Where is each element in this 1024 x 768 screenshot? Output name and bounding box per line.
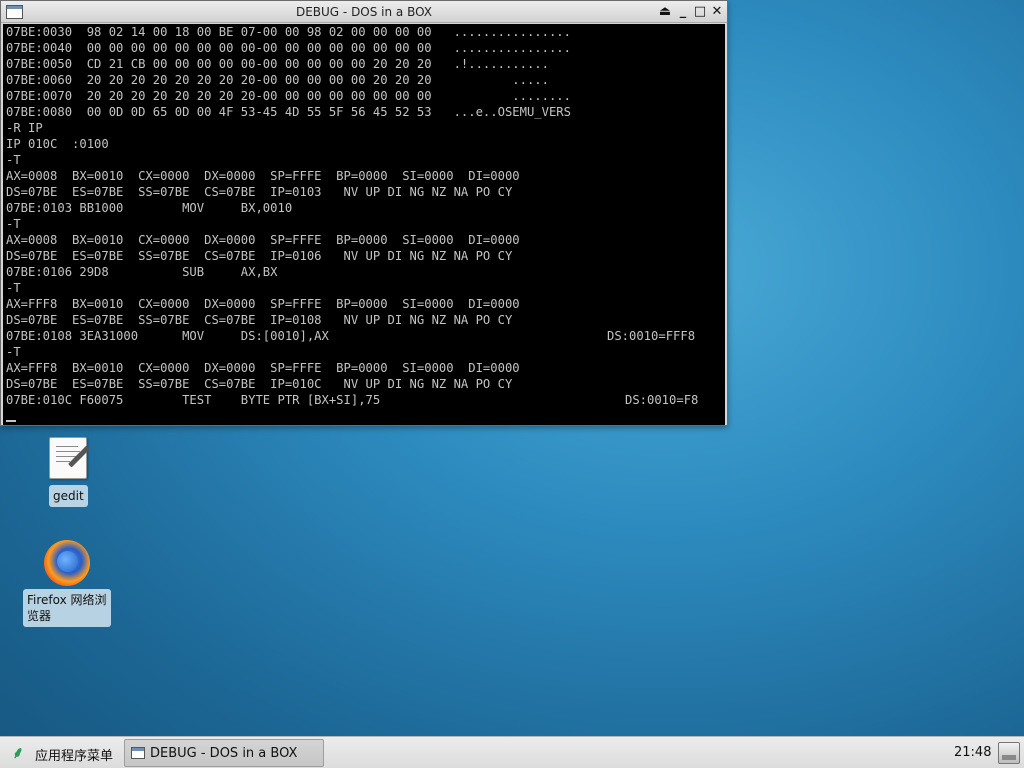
terminal-line: DS=07BE ES=07BE SS=07BE CS=07BE IP=010C …: [6, 377, 513, 391]
terminal-line: IP 010C :0100: [6, 137, 109, 151]
terminal-line: DS=07BE ES=07BE SS=07BE CS=07BE IP=0108 …: [6, 313, 513, 327]
gedit-desktop-item[interactable]: gedit: [49, 485, 88, 507]
terminal-line: 07BE:0108 3EA31000 MOV DS:[0010],AX: [6, 329, 329, 343]
taskbar-window-label: DEBUG - DOS in a BOX: [150, 746, 298, 761]
taskbar-window-button[interactable]: DEBUG - DOS in a BOX: [124, 739, 324, 767]
applications-menu-label: 应用程序菜单: [35, 749, 114, 764]
terminal-line: -T: [6, 217, 21, 231]
minimize-button[interactable]: _: [675, 4, 691, 20]
terminal-line: 07BE:0070 20 20 20 20 20 20 20 20-00 00 …: [6, 89, 571, 103]
terminal-line: -T: [6, 281, 21, 295]
terminal-line: DS=07BE ES=07BE SS=07BE CS=07BE IP=0106 …: [6, 249, 513, 263]
terminal-line: -T: [6, 345, 21, 359]
taskbar: ⸙ 应用程序菜单 DEBUG - DOS in a BOX 21:48: [0, 736, 1024, 768]
terminal-line: -T: [6, 153, 21, 167]
terminal-line: 07BE:0106 29D8 SUB AX,BX: [6, 265, 278, 279]
terminal-line: AX=FFF8 BX=0010 CX=0000 DX=0000 SP=FFFE …: [6, 361, 520, 375]
memory-annotation: DS:0010=FFF8: [607, 329, 696, 343]
terminal-line: 07BE:0060 20 20 20 20 20 20 20 20-00 00 …: [6, 73, 549, 87]
terminal-cursor: [6, 420, 16, 422]
firefox-icon[interactable]: [44, 540, 90, 586]
dos-terminal[interactable]: 07BE:0030 98 02 14 00 18 00 BE 07-00 00 …: [3, 24, 725, 425]
clock[interactable]: 21:48: [954, 745, 991, 760]
window-titlebar[interactable]: DEBUG - DOS in a BOX ⏏ _ □ ✕: [1, 1, 727, 23]
terminal-line: -R IP: [6, 121, 43, 135]
close-button[interactable]: ✕: [709, 4, 725, 20]
terminal-line: 07BE:0040 00 00 00 00 00 00 00 00-00 00 …: [6, 41, 571, 55]
terminal-line: 07BE:0050 CD 21 CB 00 00 00 00 00-00 00 …: [6, 57, 549, 71]
terminal-line: AX=0008 BX=0010 CX=0000 DX=0000 SP=FFFE …: [6, 169, 520, 183]
terminal-line: 07BE:0030 98 02 14 00 18 00 BE 07-00 00 …: [6, 25, 571, 39]
terminal-line: 07BE:0080 00 0D 0D 65 0D 00 4F 53-45 4D …: [6, 105, 571, 119]
terminal-line: DS=07BE ES=07BE SS=07BE CS=07BE IP=0103 …: [6, 185, 513, 199]
shade-button[interactable]: ⏏: [657, 4, 673, 20]
firefox-desktop-item[interactable]: Firefox 网络浏 览器: [23, 589, 111, 627]
printer-tray-icon[interactable]: [998, 742, 1020, 764]
terminal-line: 07BE:0103 BB1000 MOV BX,0010: [6, 201, 293, 215]
gedit-icon[interactable]: [49, 437, 90, 479]
window-title: DEBUG - DOS in a BOX: [295, 5, 433, 19]
terminal-line: 07BE:010C F60075 TEST BYTE PTR [BX+SI],7…: [6, 393, 381, 407]
menu-leaf-icon: ⸙: [12, 743, 25, 762]
window-task-icon: [131, 747, 145, 759]
memory-annotation: DS:0010=F8: [625, 393, 699, 407]
gedit-label: gedit: [49, 485, 88, 507]
maximize-button[interactable]: □: [692, 4, 708, 20]
terminal-line: AX=FFF8 BX=0010 CX=0000 DX=0000 SP=FFFE …: [6, 297, 520, 311]
firefox-label: Firefox 网络浏 览器: [23, 589, 111, 627]
dosbox-window[interactable]: DEBUG - DOS in a BOX ⏏ _ □ ✕ 07BE:0030 9…: [0, 0, 728, 426]
terminal-line: AX=0008 BX=0010 CX=0000 DX=0000 SP=FFFE …: [6, 233, 520, 247]
